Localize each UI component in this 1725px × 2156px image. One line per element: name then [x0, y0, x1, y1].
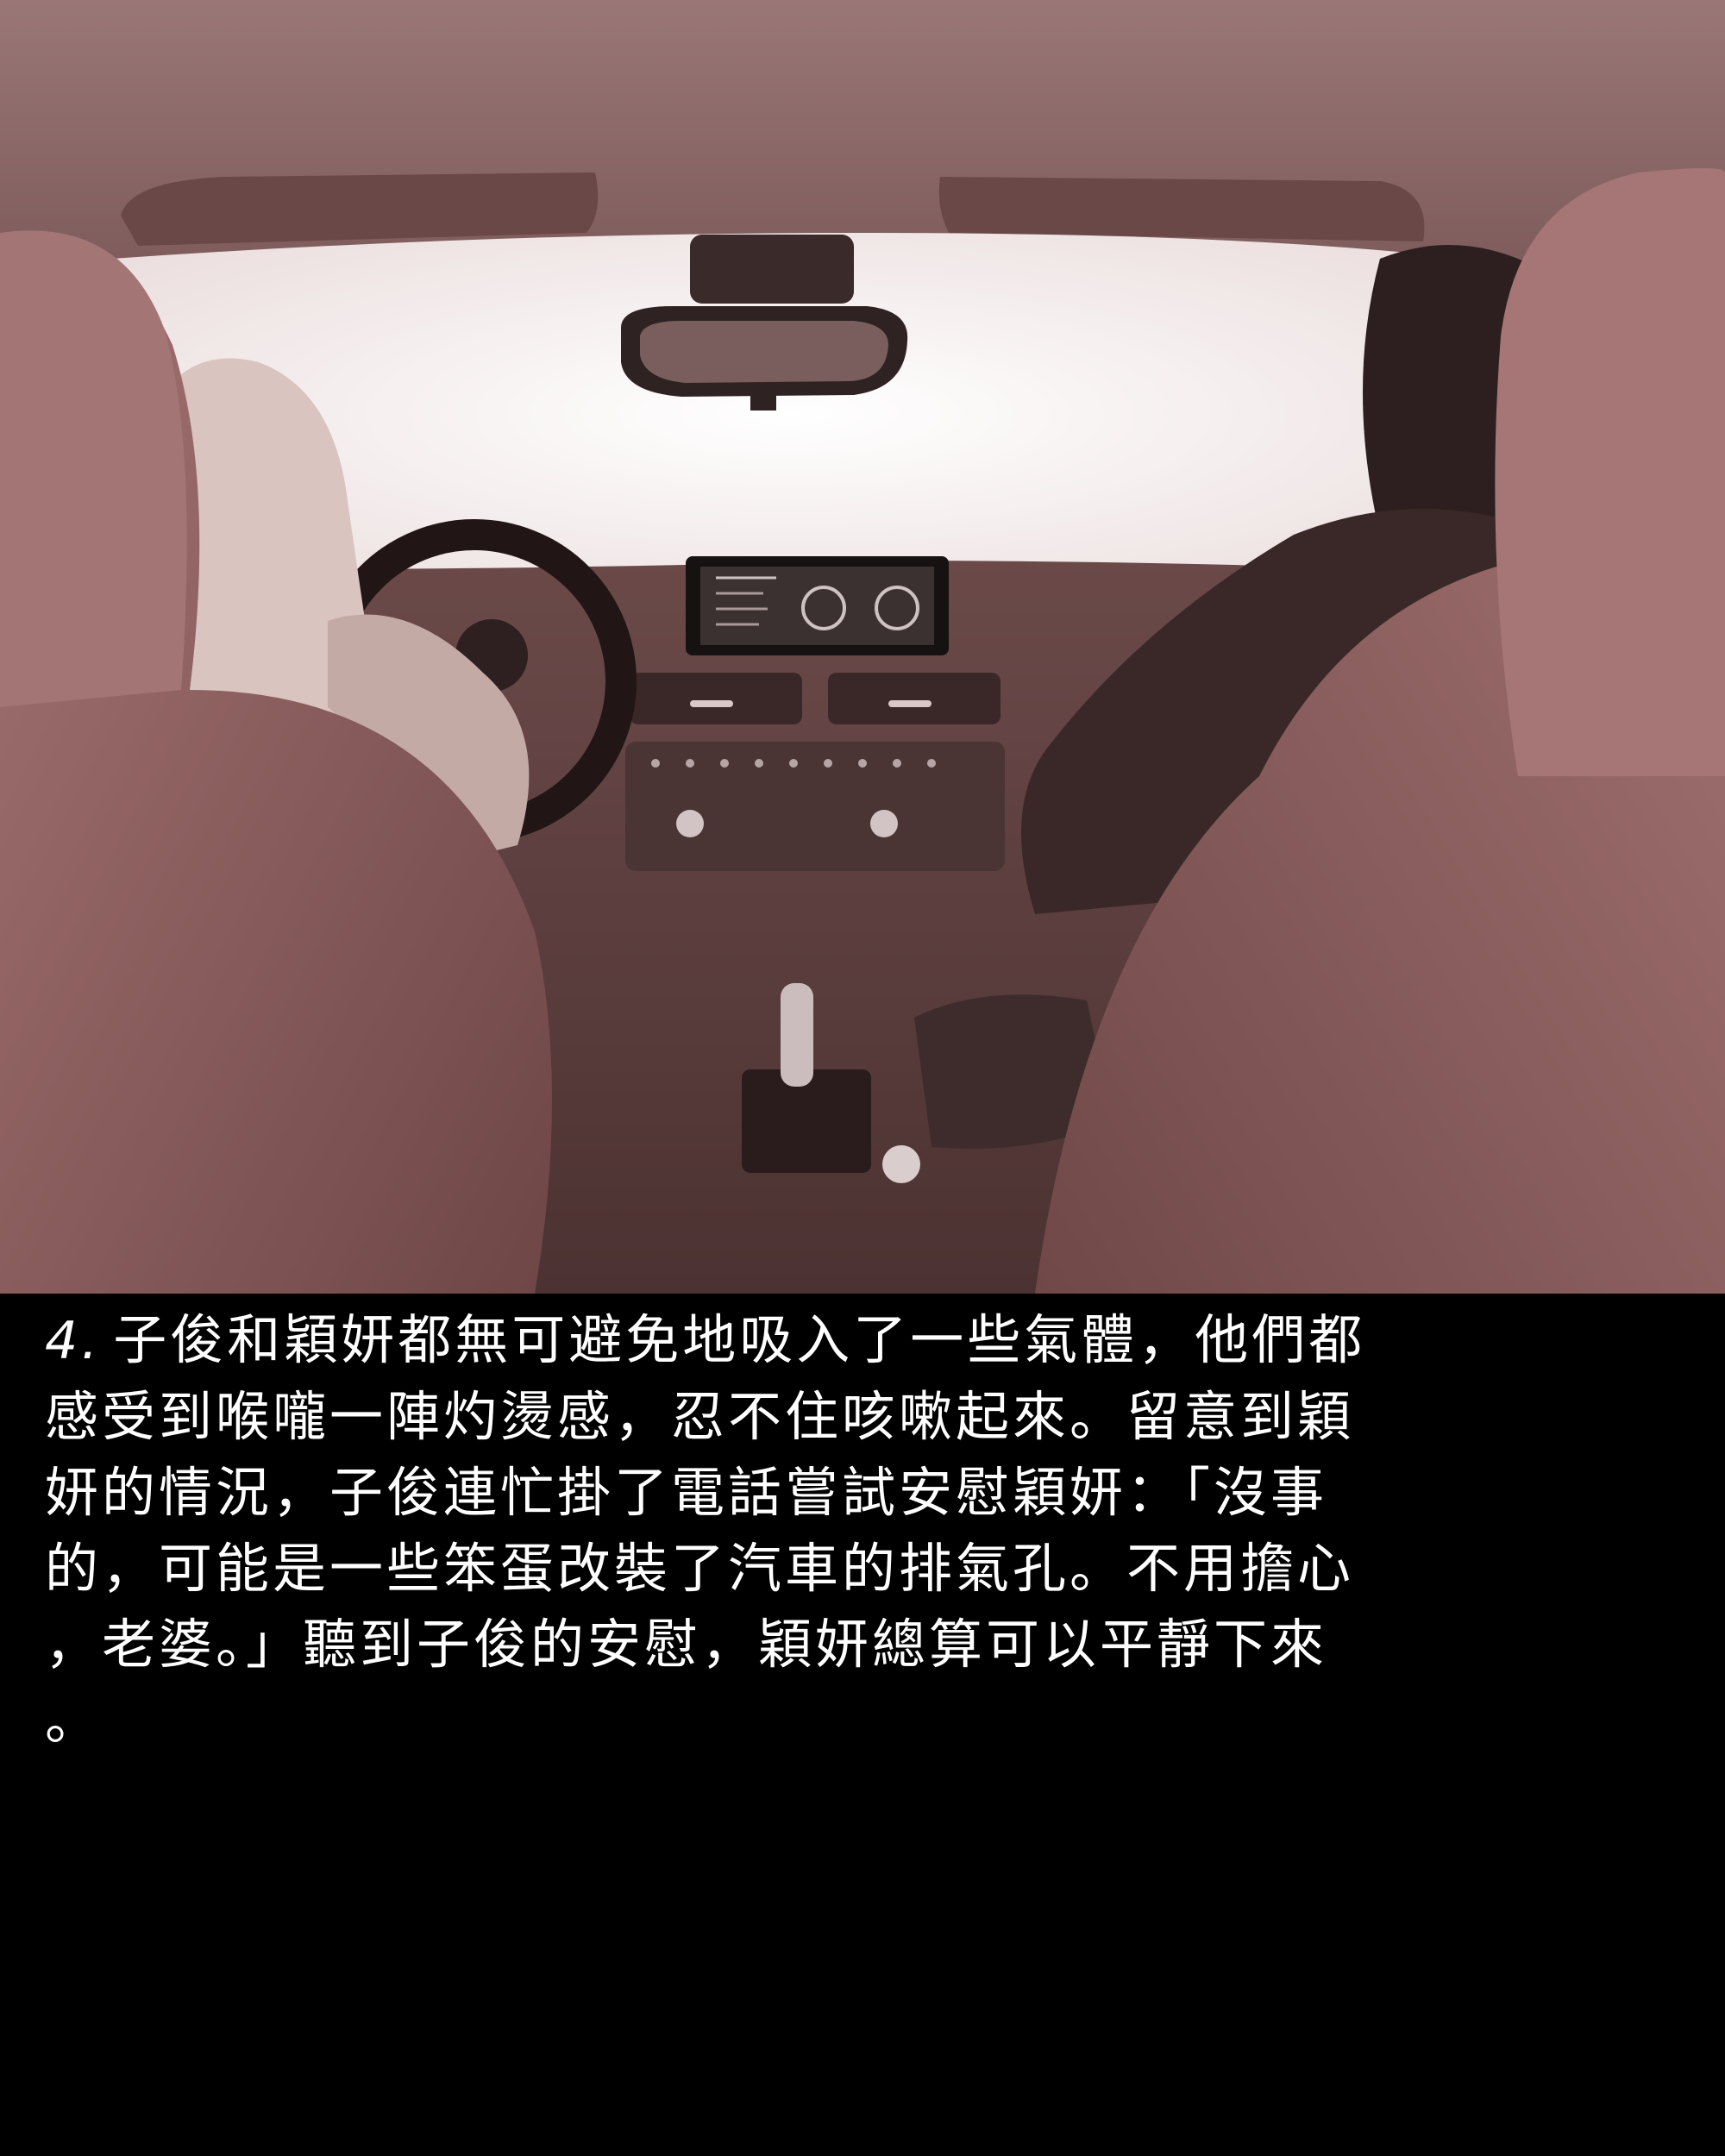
- air-vent-left: [630, 673, 802, 724]
- headrest-right: [1495, 168, 1725, 776]
- caption-number: 4.: [45, 1311, 102, 1371]
- car-interior-illustration: [0, 0, 1725, 1294]
- mirror-mount: [690, 235, 854, 304]
- caption-line: 感受到喉嚨一陣灼燙感，忍不住咳嗽起來。留意到穎: [45, 1385, 1355, 1448]
- caption-line: 妍的情況，子俊連忙掛了電話嘗試安慰穎妍：「沒事: [45, 1461, 1328, 1524]
- center-console-panel: [625, 742, 1005, 871]
- air-vent-right: [828, 673, 1000, 724]
- narration-caption: 4. 子俊和穎妍都無可避免地吸入了一些氣體，他們都 感受到喉嚨一陣灼燙感，忍不住咳…: [45, 1302, 1684, 1758]
- gear-shifter: [781, 983, 813, 1087]
- caption-line: 的，可能是一些笨蛋改裝了汽車的排氣孔。不用擔心: [45, 1537, 1355, 1600]
- gear-shift-housing: [742, 1069, 871, 1173]
- caption-line: ，老婆。」聽到子俊的安慰，穎妍總算可以平靜下來: [45, 1613, 1328, 1676]
- caption-line: 4. 子俊和穎妍都無可避免地吸入了一些氣體，他們都: [45, 1308, 1366, 1371]
- caption-line: 。: [45, 1689, 103, 1752]
- sun-visor-right: [938, 177, 1425, 241]
